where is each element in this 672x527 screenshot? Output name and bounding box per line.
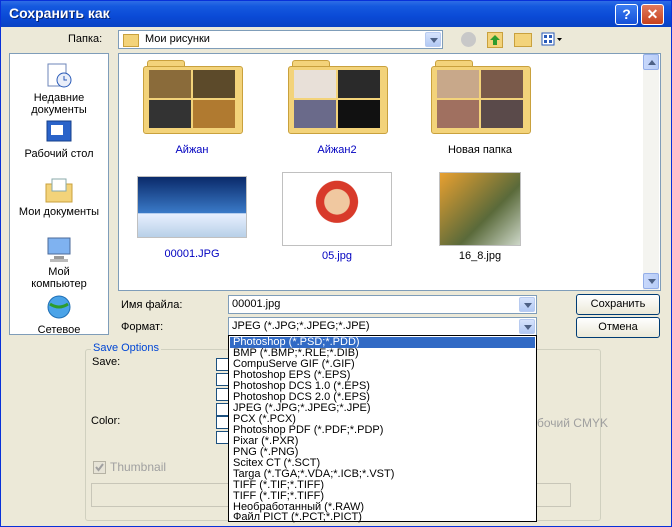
filename-label: Имя файла: [121,299,183,311]
scroll-down-button[interactable] [643,273,659,289]
file-name: Айжан [175,144,209,156]
format-option[interactable]: Scitex CT (*.SCT) [230,458,535,469]
back-icon[interactable] [461,32,476,47]
cancel-button[interactable]: Отмена [576,317,660,338]
save-as-dialog: Сохранить как ? ✕ Папка: Мои рисунки Нед… [0,0,672,527]
window-title: Сохранить как [9,5,110,21]
new-folder-icon[interactable] [514,33,532,47]
my-computer-icon [44,236,74,264]
format-option[interactable]: Photoshop DCS 2.0 (*.EPS) [230,392,535,403]
folder-icon [143,60,243,134]
place-label: Мои документы [18,206,100,218]
thumbnail-label: Thumbnail [110,460,167,474]
file-name: 16_8.jpg [458,250,502,262]
file-list[interactable]: Айжан Айжан2 Новая папка 00001.JPG 05.jp… [118,53,661,291]
file-item-folder[interactable]: Новая папка [425,60,535,156]
filename-field[interactable]: 00001.jpg [228,295,537,314]
view-menu-icon[interactable] [541,32,563,46]
save-label: Save: [92,356,121,368]
place-label: Недавние документы [31,92,87,116]
my-documents-icon [44,176,74,204]
format-dropdown-list[interactable]: Photoshop (*.PSD;*.PDD) BMP (*.BMP;*.RLE… [228,335,537,523]
format-value: JPEG (*.JPG;*.JPEG;*.JPE) [232,320,370,332]
format-option[interactable]: PCX (*.PCX) [230,414,535,425]
file-item-folder[interactable]: Айжан [137,60,247,156]
thumbnail-checkbox[interactable] [93,461,106,474]
file-item-image[interactable]: 05.jpg [282,172,392,262]
format-option[interactable]: TIFF (*.TIF;*.TIFF) [230,491,535,502]
image-thumbnail [439,172,521,246]
folder-label: Папка: [68,33,103,45]
cmyk-label: бочий CMYK [537,416,608,430]
file-name: Новая папка [447,144,513,156]
format-option[interactable]: Targa (*.TGA;*.VDA;*.ICB;*.VST) [230,469,535,480]
folder-icon [123,34,139,47]
format-option[interactable]: Photoshop (*.PSD;*.PDD) [230,337,535,348]
place-my-computer[interactable]: Мой компьютер [10,236,108,290]
format-option[interactable]: TIFF (*.TIF;*.TIFF) [230,480,535,491]
filename-value: 00001.jpg [232,298,281,310]
scroll-up-button[interactable] [643,54,659,70]
folder-select-value: Мои рисунки [145,33,210,45]
help-button[interactable]: ? [615,4,638,25]
format-option[interactable]: Photoshop EPS (*.EPS) [230,370,535,381]
place-label: Рабочий стол [24,148,94,160]
chevron-down-icon[interactable] [425,32,441,47]
file-item-folder[interactable]: Айжан2 [282,60,392,156]
places-bar: Недавние документы Рабочий стол Мои доку… [9,53,109,335]
place-label: Сетевое [37,324,81,335]
file-name: Айжан2 [317,144,357,156]
format-select[interactable]: JPEG (*.JPG;*.JPEG;*.JPE) [228,317,537,336]
format-option[interactable]: Photoshop PDF (*.PDF;*.PDP) [230,425,535,436]
image-thumbnail [137,176,247,238]
place-recent-documents[interactable]: Недавние документы [10,62,108,116]
file-name: 00001.JPG [164,248,220,260]
file-name: 05.jpg [322,250,352,262]
format-option[interactable]: JPEG (*.JPG;*.JPEG;*.JPE) [230,403,535,414]
place-my-documents[interactable]: Мои документы [10,176,108,218]
place-desktop[interactable]: Рабочий стол [10,118,108,160]
place-label: Мой компьютер [31,266,87,290]
up-folder-icon[interactable] [487,32,503,48]
format-option[interactable]: Файл PICT (*.PCT;*.PICT) [230,512,535,523]
format-option[interactable]: PNG (*.PNG) [230,447,535,458]
image-thumbnail [282,172,392,246]
place-network[interactable]: Сетевое [10,294,108,335]
recent-documents-icon [44,62,74,90]
desktop-icon [44,118,74,146]
save-options-title: Save Options [91,342,162,354]
close-button[interactable]: ✕ [641,4,664,25]
chevron-down-icon[interactable] [519,297,535,312]
vertical-scrollbar[interactable] [643,54,659,290]
format-option[interactable]: Pixar (*.PXR) [230,436,535,447]
file-item-image[interactable]: 00001.JPG [137,176,247,260]
file-item-image[interactable]: 16_8.jpg [425,172,535,262]
save-button[interactable]: Сохранить [576,294,660,315]
format-option[interactable]: BMP (*.BMP;*.RLE;*.DIB) [230,348,535,359]
format-option[interactable]: CompuServe GIF (*.GIF) [230,359,535,370]
network-icon [44,294,74,322]
folder-icon [288,60,388,134]
folder-select[interactable]: Мои рисунки [118,30,443,49]
folder-icon [431,60,531,134]
color-label: Color: [91,415,121,427]
format-option[interactable]: Photoshop DCS 1.0 (*.EPS) [230,381,535,392]
format-label: Формат: [121,321,164,333]
title-bar[interactable]: Сохранить как ? ✕ [1,1,671,27]
chevron-down-icon[interactable] [519,319,535,334]
